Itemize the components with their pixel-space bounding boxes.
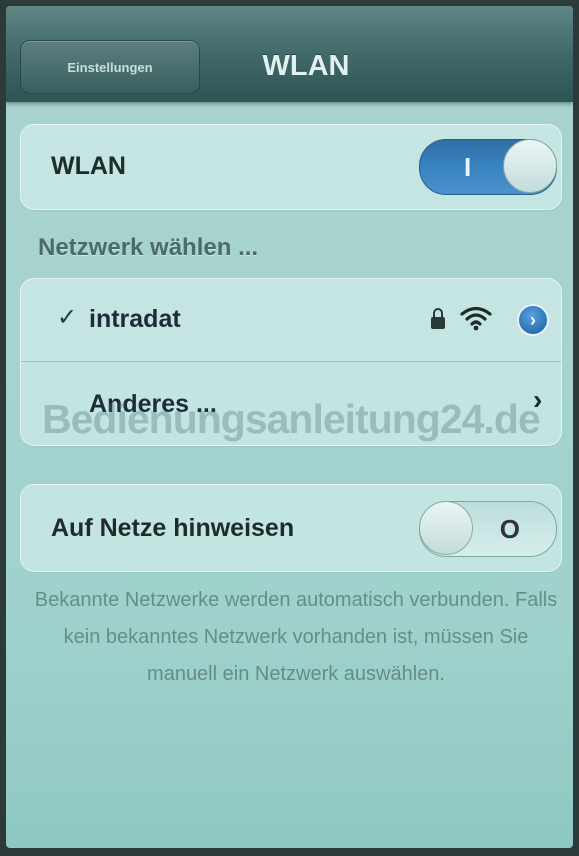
back-button[interactable]: Einstellungen xyxy=(20,40,200,94)
info-arrow-icon[interactable]: › xyxy=(517,304,549,336)
toggle-on-mark: I xyxy=(464,152,472,182)
wlan-toggle[interactable]: I xyxy=(419,139,557,195)
wlan-label: WLAN xyxy=(51,152,126,180)
toggle-off-mark: O xyxy=(499,514,520,544)
network-list-group: ✓ intradat › Anderes ... › xyxy=(20,278,562,446)
settings-screen: Einstellungen WLAN WLAN I Netzwerk wähle… xyxy=(6,6,573,848)
ask-networks-label: Auf Netze hinweisen xyxy=(51,514,295,542)
wlan-toggle-group: WLAN I xyxy=(20,124,562,210)
navigation-bar: Einstellungen WLAN xyxy=(6,6,573,102)
wifi-signal-icon xyxy=(460,306,492,331)
ask-networks-toggle[interactable]: O xyxy=(419,501,557,557)
network-section-header: Netzwerk wählen ... xyxy=(38,234,259,261)
toggle-knob xyxy=(419,501,473,555)
page-title: WLAN xyxy=(262,49,350,82)
footer-description: Bekannte Netzwerke werden automatisch ve… xyxy=(34,589,558,685)
network-name: intradat xyxy=(89,305,181,333)
other-network-row[interactable]: Anderes ... › xyxy=(21,362,561,445)
network-row-intradat[interactable]: ✓ intradat › xyxy=(21,279,561,361)
lock-icon xyxy=(431,308,445,329)
checkmark-icon: ✓ xyxy=(57,304,78,331)
other-network-label: Anderes ... xyxy=(89,390,217,418)
toggle-knob xyxy=(503,139,557,193)
chevron-right-icon: › xyxy=(533,384,543,415)
ask-networks-group: Auf Netze hinweisen O xyxy=(20,484,562,572)
